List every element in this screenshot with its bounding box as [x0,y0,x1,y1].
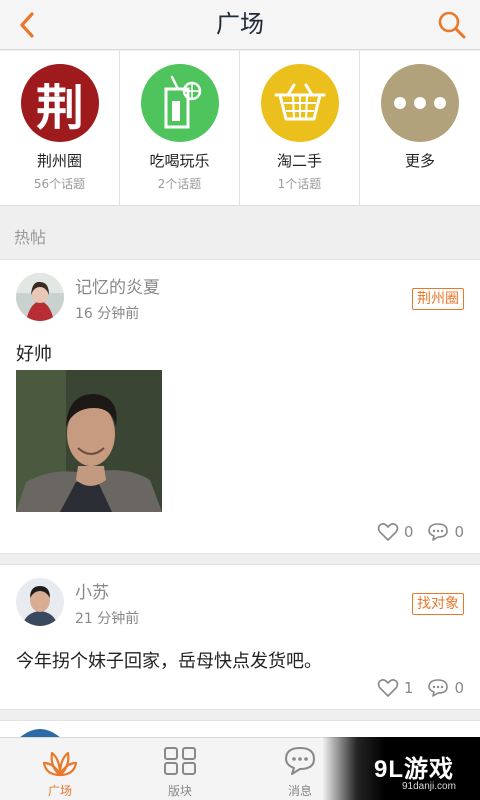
like-count: 0 [403,523,414,541]
comment-count: 0 [454,523,464,541]
category-name: 荆州圈 [36,152,82,170]
comment-button[interactable]: 0 [427,678,464,698]
watermark-url-text: 91danji.com [402,781,456,792]
search-button[interactable] [434,7,470,43]
post-card[interactable]: 小苏 21 分钟前 找对象 今年拐个妹子回家，岳母快点发货吧。 1 0 [0,564,480,710]
like-count: 1 [403,679,414,697]
post-tag[interactable]: 找对象 [412,593,464,615]
comment-count: 0 [454,679,464,697]
category-jingzhou[interactable]: 荆 荆州圈 56个话题 [0,51,120,206]
comment-bubble-icon [428,523,449,541]
comment-button[interactable]: 0 [427,522,464,542]
category-second-hand[interactable]: 淘二手 1个话题 [240,51,360,206]
category-topic-count: 2个话题 [157,177,202,191]
tab-sections[interactable]: 版块 [120,738,240,800]
grid-icon [164,747,196,775]
post-time: 21 分钟前 [75,611,140,627]
category-grid: 荆 荆州圈 56个话题 吃喝玩乐 2个话题 淘二手 1个话题 更多 [0,51,480,206]
post-tag[interactable]: 荆州圈 [412,288,464,310]
post-content: 今年拐个妹子回家，岳母快点发货吧。 [16,651,322,672]
post-card[interactable]: 记忆的炎夏 16 分钟前 荆州圈 好帅 0 0 [0,259,480,554]
post-time: 16 分钟前 [75,306,140,322]
more-dots-icon [381,64,459,142]
post-image[interactable] [16,370,162,512]
drink-icon [141,64,219,142]
post-actions: 1 0 [377,678,464,698]
tab-label: 版块 [167,784,192,798]
avatar[interactable] [16,273,64,321]
post-username[interactable]: 记忆的炎夏 [75,273,160,298]
search-icon [438,11,466,39]
heart-icon [377,679,399,697]
like-button[interactable]: 0 [377,522,414,542]
jingzhou-logo-icon: 荆 [21,64,99,142]
category-topic-count: 1个话题 [277,177,322,191]
tab-plaza[interactable]: 广场 [0,738,120,800]
page-title: 广场 [216,10,264,38]
category-name: 更多 [404,152,435,170]
category-name: 淘二手 [276,152,322,170]
tab-label: 广场 [47,784,72,798]
post-username[interactable]: 小苏 [75,578,109,603]
watermark-main-text: 9L游戏 [374,756,455,783]
category-name: 吃喝玩乐 [149,152,210,170]
comment-bubble-icon [428,679,449,697]
site-watermark: 9L游戏 91danji.com [322,737,480,800]
category-more[interactable]: 更多 [360,51,480,206]
post-content: 好帅 [16,344,52,365]
like-button[interactable]: 1 [377,678,414,698]
leaf-plaza-icon [42,751,78,777]
chat-bubble-icon [285,747,315,775]
avatar[interactable] [16,578,64,626]
basket-icon [261,64,339,142]
category-food-fun[interactable]: 吃喝玩乐 2个话题 [120,51,240,206]
top-bar: 广场 [0,0,480,50]
heart-icon [377,523,399,541]
category-topic-count: 56个话题 [33,177,86,191]
post-actions: 0 0 [377,522,464,542]
section-title-hot-posts: 热帖 [14,228,47,247]
jingzhou-logo-char: 荆 [35,80,84,136]
